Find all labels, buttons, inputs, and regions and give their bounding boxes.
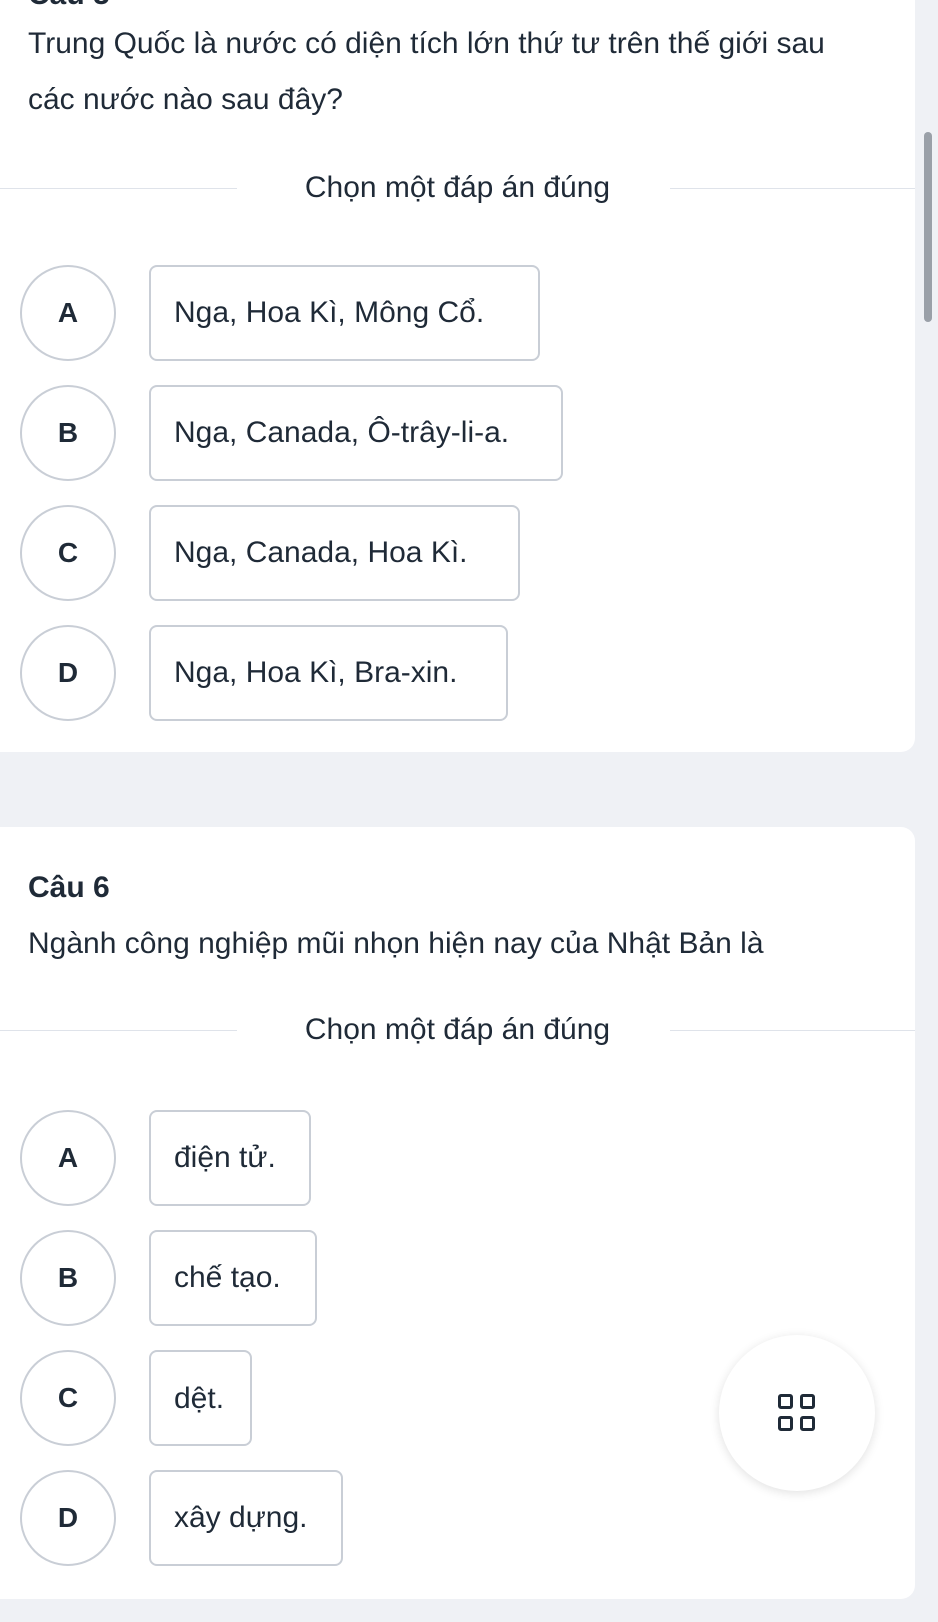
option-answer[interactable]: Nga, Hoa Kì, Bra-xin. (149, 625, 508, 721)
option-a[interactable]: A Nga, Hoa Kì, Mông Cổ. (20, 265, 540, 361)
question-card-5: Câu 5 Trung Quốc là nước có diện tích lớ… (0, 0, 915, 752)
option-letter[interactable]: A (20, 1110, 116, 1206)
option-letter[interactable]: A (20, 265, 116, 361)
option-d[interactable]: D Nga, Hoa Kì, Bra-xin. (20, 625, 508, 721)
option-a[interactable]: A điện tử. (20, 1110, 311, 1206)
instruction-divider: Chọn một đáp án đúng (0, 171, 915, 205)
instruction-label: Chọn một đáp án đúng (304, 1013, 611, 1046)
grid-icon (778, 1394, 816, 1432)
option-answer[interactable]: dệt. (149, 1350, 252, 1446)
option-letter[interactable]: B (20, 385, 116, 481)
divider-line (670, 188, 915, 189)
option-b[interactable]: B chế tạo. (20, 1230, 317, 1326)
option-answer[interactable]: Nga, Canada, Hoa Kì. (149, 505, 520, 601)
option-b[interactable]: B Nga, Canada, Ô-trây-li-a. (20, 385, 563, 481)
option-c[interactable]: C Nga, Canada, Hoa Kì. (20, 505, 520, 601)
divider-line (0, 1030, 237, 1031)
option-answer[interactable]: chế tạo. (149, 1230, 317, 1326)
option-d[interactable]: D xây dựng. (20, 1470, 343, 1566)
divider-line (0, 188, 237, 189)
instruction-divider: Chọn một đáp án đúng (0, 1013, 915, 1047)
divider-line (670, 1030, 915, 1031)
question-title: Câu 6 (28, 871, 110, 904)
option-answer[interactable]: Nga, Hoa Kì, Mông Cổ. (149, 265, 540, 361)
option-answer[interactable]: xây dựng. (149, 1470, 343, 1566)
question-text: Ngành công nghiệp mũi nhọn hiện nay của … (28, 927, 764, 960)
question-grid-button[interactable] (719, 1335, 875, 1491)
option-answer[interactable]: điện tử. (149, 1110, 311, 1206)
option-letter[interactable]: C (20, 1350, 116, 1446)
option-letter[interactable]: B (20, 1230, 116, 1326)
question-title: Câu 5 (28, 0, 110, 12)
option-letter[interactable]: C (20, 505, 116, 601)
scrollbar-thumb[interactable] (924, 132, 932, 322)
question-text: Trung Quốc là nước có diện tích lớn thứ … (28, 27, 825, 116)
option-answer[interactable]: Nga, Canada, Ô-trây-li-a. (149, 385, 563, 481)
instruction-label: Chọn một đáp án đúng (304, 171, 611, 204)
option-c[interactable]: C dệt. (20, 1350, 252, 1446)
option-letter[interactable]: D (20, 1470, 116, 1566)
option-letter[interactable]: D (20, 625, 116, 721)
